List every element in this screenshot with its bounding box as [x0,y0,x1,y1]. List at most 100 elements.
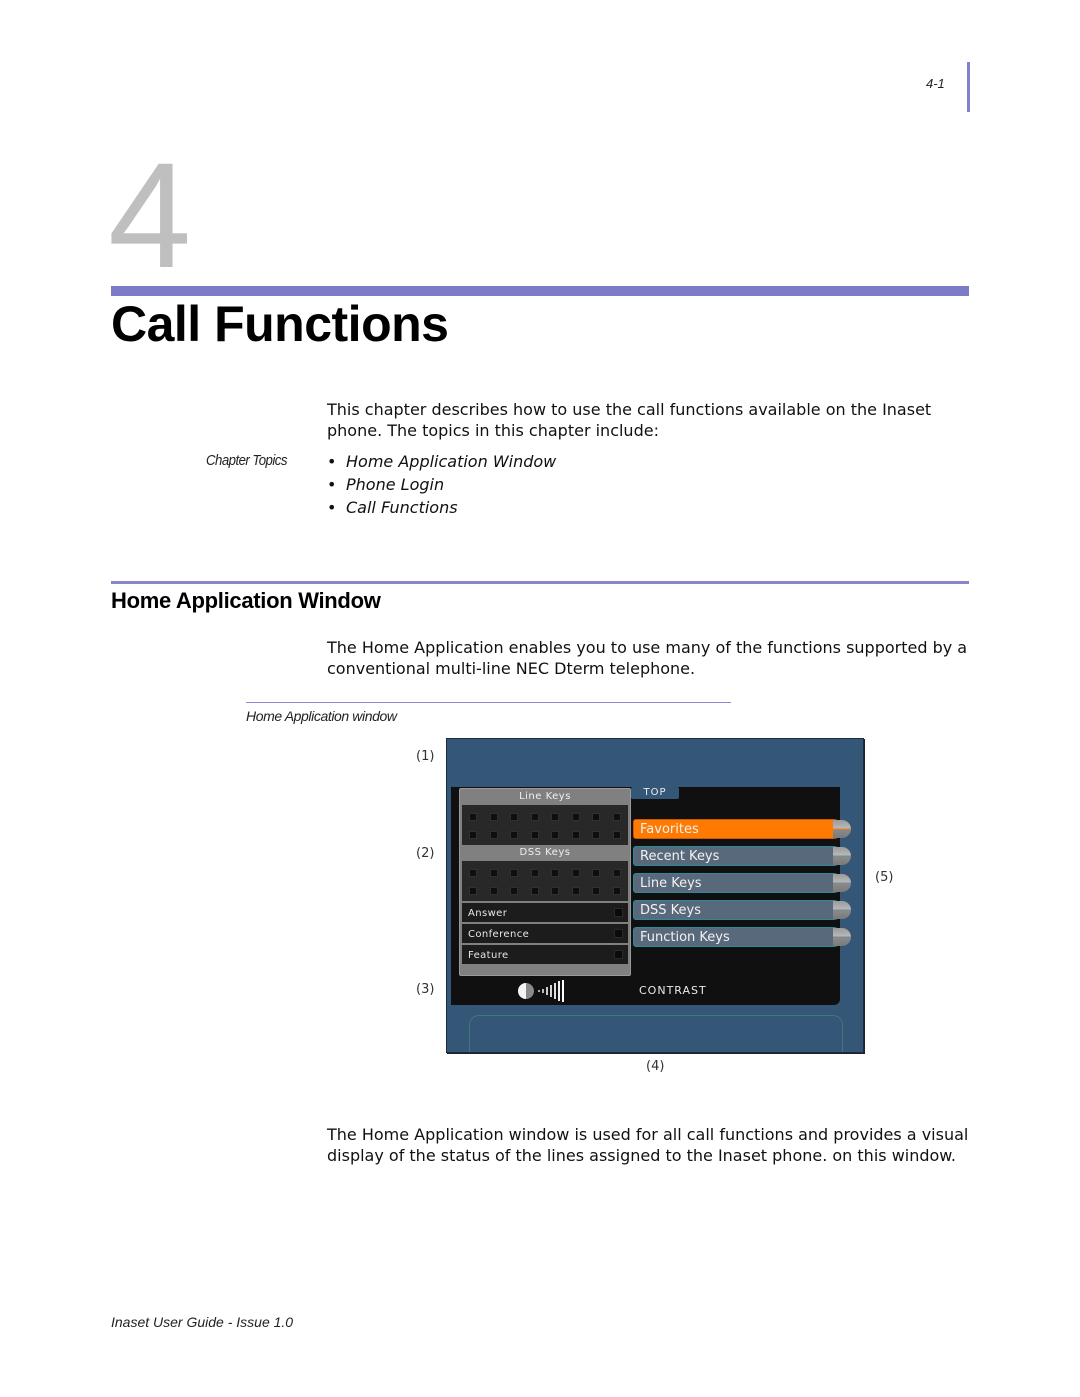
level-bar [550,985,552,997]
key-row [462,877,628,895]
callout-1: (1) [416,749,435,764]
key-status-indicator[interactable] [489,813,498,821]
key-status-indicator[interactable] [612,869,621,877]
level-bar [546,987,548,995]
key-status-indicator[interactable] [612,813,621,821]
status-indicator-icon [614,908,623,917]
section-paragraph-1: The Home Application enables you to use … [327,638,968,678]
status-bar-area [469,1015,843,1052]
menu-button-favorites[interactable]: Favorites [633,819,851,839]
key-status-indicator[interactable] [469,831,477,839]
section-rule [111,581,969,584]
level-bar [554,983,556,999]
key-row [462,821,628,839]
page-footer: Inaset User Guide - Issue 1.0 [111,1314,294,1330]
line-keys-grid [462,805,628,845]
menu-button-label: Function Keys [633,927,843,947]
key-status-indicator[interactable] [530,887,539,895]
callout-3: (3) [416,982,435,997]
button-cap-icon [833,820,851,838]
topic-link[interactable]: Phone Login [346,475,444,494]
function-label: Answer [468,908,508,919]
key-status-indicator[interactable] [469,887,477,895]
key-status-indicator[interactable] [612,831,621,839]
function-label: Feature [468,950,509,961]
key-status-indicator[interactable] [489,831,498,839]
key-status-indicator[interactable] [571,869,580,877]
key-status-indicator[interactable] [489,887,498,895]
key-status-indicator[interactable] [551,869,560,877]
callout-2: (2) [416,846,435,861]
chapter-topics-list: • Home Application Window • Phone Login • C… [327,450,556,519]
menu-button-label: Line Keys [633,873,843,893]
level-bar [538,990,540,992]
chapter-title: Call Functions [111,296,449,352]
button-cap-icon [833,847,851,865]
key-status-indicator[interactable] [469,869,477,877]
key-status-indicator[interactable] [551,813,560,821]
button-cap-icon [833,928,851,946]
key-status-indicator[interactable] [510,831,519,839]
key-status-indicator[interactable] [592,869,601,877]
level-bar [558,981,560,1001]
key-status-indicator[interactable] [612,887,621,895]
contrast-half [518,983,526,999]
page-number-bar [967,62,970,112]
key-status-indicator[interactable] [530,813,539,821]
topic-item[interactable]: • Home Application Window [327,450,556,473]
top-tab[interactable]: TOP [631,787,679,799]
topic-link[interactable]: Home Application Window [346,452,556,471]
key-status-indicator[interactable] [530,831,539,839]
chapter-number: 4 [108,131,192,299]
key-status-indicator[interactable] [489,869,498,877]
key-status-indicator[interactable] [510,869,519,877]
menu-button-label: Recent Keys [633,846,843,866]
key-status-indicator[interactable] [592,887,601,895]
home-application-screen: Line Keys DSS Keys Answer Conference Fea… [446,738,864,1053]
bullet-icon: • [327,475,337,494]
key-row [462,805,628,821]
contrast-label: CONTRAST [639,984,707,997]
level-bar [562,980,564,1002]
key-status-indicator[interactable] [551,831,560,839]
menu-button-function-keys[interactable]: Function Keys [633,927,851,947]
callout-4: (4) [646,1059,665,1074]
status-indicator-icon [614,950,623,959]
key-status-panel: Line Keys DSS Keys Answer Conference Fea… [459,788,631,976]
key-status-indicator[interactable] [551,887,560,895]
key-status-indicator[interactable] [510,887,519,895]
dss-keys-grid [462,861,628,901]
topic-link[interactable]: Call Functions [346,498,458,517]
key-status-indicator[interactable] [571,813,580,821]
topic-item[interactable]: • Call Functions [327,496,556,519]
bullet-icon: • [327,498,337,517]
screen-top-bevel [447,739,863,787]
intro-paragraph: This chapter describes how to use the ca… [327,400,932,440]
topic-item[interactable]: • Phone Login [327,473,556,496]
dss-keys-header: DSS Keys [519,847,571,858]
menu-button-line-keys[interactable]: Line Keys [633,873,851,893]
line-keys-header: Line Keys [519,791,571,802]
menu-button-dss-keys[interactable]: DSS Keys [633,900,851,920]
function-row-conference[interactable]: Conference [462,924,628,943]
menu-button-label: DSS Keys [633,900,843,920]
key-status-indicator[interactable] [530,869,539,877]
function-row-feature[interactable]: Feature [462,945,628,964]
bullet-icon: • [327,452,337,471]
button-cap-icon [833,874,851,892]
key-status-indicator[interactable] [469,813,477,821]
status-indicator-icon [614,929,623,938]
callout-5: (5) [875,870,894,885]
function-label: Conference [468,929,530,940]
menu-button-recent-keys[interactable]: Recent Keys [633,846,851,866]
section-paragraph-2: The Home Application window is used for … [327,1125,969,1165]
key-status-indicator[interactable] [510,813,519,821]
key-status-indicator[interactable] [571,887,580,895]
key-row [462,861,628,877]
function-row-answer[interactable]: Answer [462,903,628,922]
figure-rule [246,702,731,703]
key-status-indicator[interactable] [571,831,580,839]
contrast-slider-icon[interactable] [517,980,573,1002]
key-status-indicator[interactable] [592,831,601,839]
key-status-indicator[interactable] [592,813,601,821]
